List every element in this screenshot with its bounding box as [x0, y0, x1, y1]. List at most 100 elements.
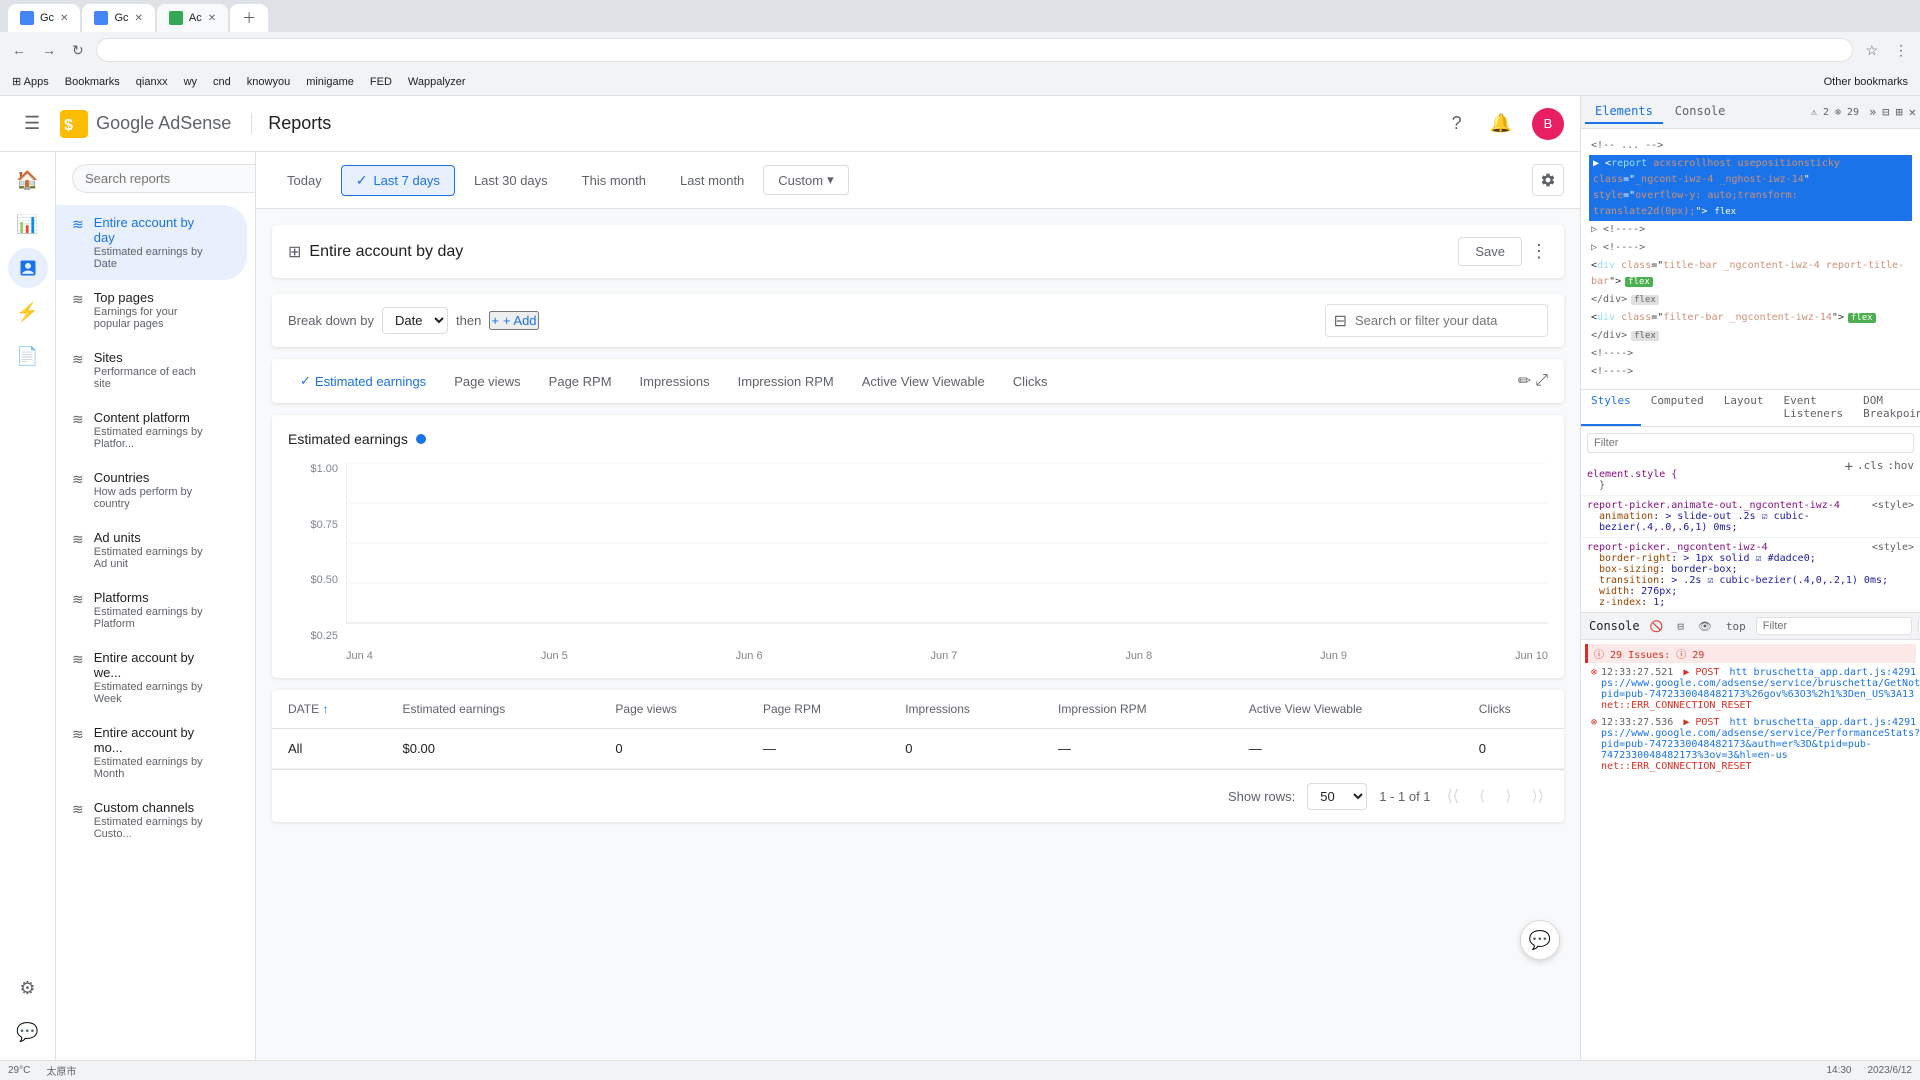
sidebar-item-custom-channels[interactable]: ≋ Custom channels Estimated earnings by …: [56, 790, 247, 850]
chat-button[interactable]: 💬: [1520, 920, 1560, 960]
sidebar-item-entire-account-week[interactable]: ≋ Entire account by we... Estimated earn…: [56, 640, 247, 715]
html-line-selected[interactable]: ▶ <report acxscrollhost usepositionstick…: [1589, 155, 1912, 221]
devtools-tab-elements[interactable]: Elements: [1585, 100, 1663, 124]
report-settings-btn[interactable]: [1532, 164, 1564, 196]
date-btn-custom[interactable]: Custom ▾: [763, 165, 848, 195]
nav-settings-icon[interactable]: ⚙: [8, 968, 48, 1008]
bookmark-knowyou[interactable]: knowyou: [243, 74, 294, 90]
nav-optimization-icon[interactable]: ⚡: [8, 292, 48, 332]
devtools-dock-btn[interactable]: ⊟: [1882, 105, 1889, 119]
breakdown-select[interactable]: Date: [382, 307, 448, 334]
bookmark-fed[interactable]: FED: [366, 74, 396, 90]
next-page-btn[interactable]: ⟩: [1501, 782, 1515, 810]
console-filter-input[interactable]: [1756, 617, 1912, 635]
devtools-elements-content: <!-- ... --> ▶ <report acxscrollhost use…: [1581, 129, 1920, 1060]
notifications-icon[interactable]: 🔔: [1482, 105, 1520, 142]
styles-tab-event-listeners[interactable]: Event Listeners: [1773, 390, 1853, 426]
metric-page-views[interactable]: Page views: [442, 368, 532, 395]
add-style-btn[interactable]: +: [1845, 459, 1853, 475]
tab-close-adsense[interactable]: ✕: [208, 13, 216, 24]
first-page-btn[interactable]: ⟨⟨: [1443, 782, 1463, 810]
save-button[interactable]: Save: [1458, 237, 1522, 266]
bookmark-wy[interactable]: wy: [180, 74, 201, 90]
metric-active-view[interactable]: Active View Viewable: [850, 368, 997, 395]
sidebar-item-countries[interactable]: ≋ Countries How ads perform by country ⋮: [56, 460, 247, 520]
sidebar-item-content-platform[interactable]: ≋ Content platform Estimated earnings by…: [56, 400, 247, 460]
search-reports-input[interactable]: [72, 164, 255, 193]
bookmark-wappalyzer[interactable]: Wappalyzer: [404, 74, 470, 90]
back-btn[interactable]: ←: [8, 38, 30, 62]
bookmark-apps[interactable]: ⊞ Apps: [8, 73, 53, 90]
tab-1[interactable]: Gc ✕: [8, 4, 80, 32]
nav-home-icon[interactable]: 🏠: [8, 160, 48, 200]
bookmark-bookmarks[interactable]: Bookmarks: [61, 74, 124, 90]
search-filter-input[interactable]: [1347, 309, 1539, 332]
col-date[interactable]: DATE ↑: [272, 690, 386, 729]
console-filter-icon[interactable]: ⊟: [1673, 620, 1688, 633]
devtools-tab-console[interactable]: Console: [1665, 100, 1736, 124]
sidebar-item-entire-account[interactable]: ≋ Entire account by day Estimated earnin…: [56, 205, 247, 280]
sidebar-item-top-pages[interactable]: ≋ Top pages Earnings for your popular pa…: [56, 280, 247, 340]
console-eye-icon[interactable]: 👁: [1694, 620, 1716, 633]
devtools-more-tabs[interactable]: »: [1869, 105, 1876, 119]
bookmark-other[interactable]: Other bookmarks: [1820, 74, 1912, 90]
last-page-btn[interactable]: ⟩⟩: [1528, 782, 1548, 810]
metric-estimated-earnings[interactable]: ✓ Estimated earnings: [288, 367, 438, 395]
expand-chart-btn[interactable]: ⤢: [1535, 372, 1548, 390]
date-btn-last30[interactable]: Last 30 days: [459, 166, 563, 195]
nav-overview-icon[interactable]: 📊: [8, 204, 48, 244]
tab-close-2[interactable]: ✕: [135, 13, 143, 24]
date-btn-today[interactable]: Today: [272, 166, 337, 195]
reload-btn[interactable]: ↻: [68, 38, 88, 63]
styles-tab-dom-breakpoints[interactable]: DOM Breakpoints: [1853, 390, 1920, 426]
metric-impression-rpm[interactable]: Impression RPM: [726, 368, 846, 395]
console-clear-btn[interactable]: 🚫: [1646, 620, 1668, 633]
sidebar-item-sites[interactable]: ≋ Sites Performance of each site ⋮: [56, 340, 247, 400]
date-btn-last-month[interactable]: Last month: [665, 166, 759, 195]
console-tab-label[interactable]: Console: [1589, 615, 1640, 637]
sidebar-item-ad-units[interactable]: ≋ Ad units Estimated earnings by Ad unit…: [56, 520, 247, 580]
tab-close-1[interactable]: ✕: [60, 13, 68, 24]
forward-btn[interactable]: →: [38, 38, 60, 62]
nav-feedback-icon[interactable]: 💬: [8, 1012, 48, 1052]
cls-toggle[interactable]: .cls: [1857, 459, 1884, 472]
date-btn-this-month[interactable]: This month: [567, 166, 661, 195]
nav-ads-icon[interactable]: 📄: [8, 336, 48, 376]
styles-tab-layout[interactable]: Layout: [1714, 390, 1774, 426]
report-more-btn[interactable]: ⋮: [1530, 241, 1548, 262]
edit-metrics-btn[interactable]: ✏: [1518, 371, 1531, 391]
devtools-close-btn[interactable]: ✕: [1909, 105, 1916, 119]
adsense-logo[interactable]: $ Google AdSense: [60, 110, 231, 138]
hamburger-menu[interactable]: ☰: [16, 105, 48, 142]
bookmark-cnd[interactable]: cnd: [209, 74, 235, 90]
hov-toggle[interactable]: :hov: [1888, 459, 1915, 472]
cell-pagerpm-all: —: [747, 729, 889, 769]
metric-clicks[interactable]: Clicks: [1001, 368, 1060, 395]
nav-reports-icon[interactable]: [8, 248, 48, 288]
date-btn-last7[interactable]: ✓ Last 7 days: [341, 165, 455, 196]
console-toolbar: Console 🚫 ⊟ 👁 top Default levels: [1581, 613, 1920, 640]
sidebar-item-platforms[interactable]: ≋ Platforms Estimated earnings by Platfo…: [56, 580, 247, 640]
sidebar-item-entire-account-month[interactable]: ≋ Entire account by mo... Estimated earn…: [56, 715, 247, 790]
styles-tab-computed[interactable]: Computed: [1641, 390, 1714, 426]
menu-btn[interactable]: ⋮: [1890, 38, 1912, 63]
address-input[interactable]: google.com/adsense/new/u/1/pub-747233004…: [96, 38, 1854, 62]
tab-plus[interactable]: ＋: [230, 4, 268, 32]
rows-per-page-select[interactable]: 50 25 100: [1307, 783, 1367, 810]
add-breakdown-btn[interactable]: + + Add: [489, 311, 538, 330]
metric-impressions[interactable]: Impressions: [628, 368, 722, 395]
styles-filter-input[interactable]: [1587, 433, 1914, 453]
tab-adsense[interactable]: Ac ✕: [157, 4, 228, 32]
new-tab-icon[interactable]: ＋: [242, 8, 256, 28]
styles-tab-styles[interactable]: Styles: [1581, 390, 1641, 426]
tab-2[interactable]: Gc ✕: [82, 4, 154, 32]
devtools-undock-btn[interactable]: ⊞: [1896, 105, 1903, 119]
prev-page-btn[interactable]: ⟨: [1475, 782, 1489, 810]
bookmark-btn[interactable]: ☆: [1861, 38, 1882, 63]
metric-page-rpm[interactable]: Page RPM: [537, 368, 624, 395]
user-avatar[interactable]: B: [1532, 108, 1564, 140]
bookmark-qianxx[interactable]: qianxx: [132, 74, 172, 90]
help-icon[interactable]: ?: [1444, 105, 1470, 142]
console-context-label: top: [1722, 620, 1750, 633]
bookmark-minigame[interactable]: minigame: [302, 74, 358, 90]
